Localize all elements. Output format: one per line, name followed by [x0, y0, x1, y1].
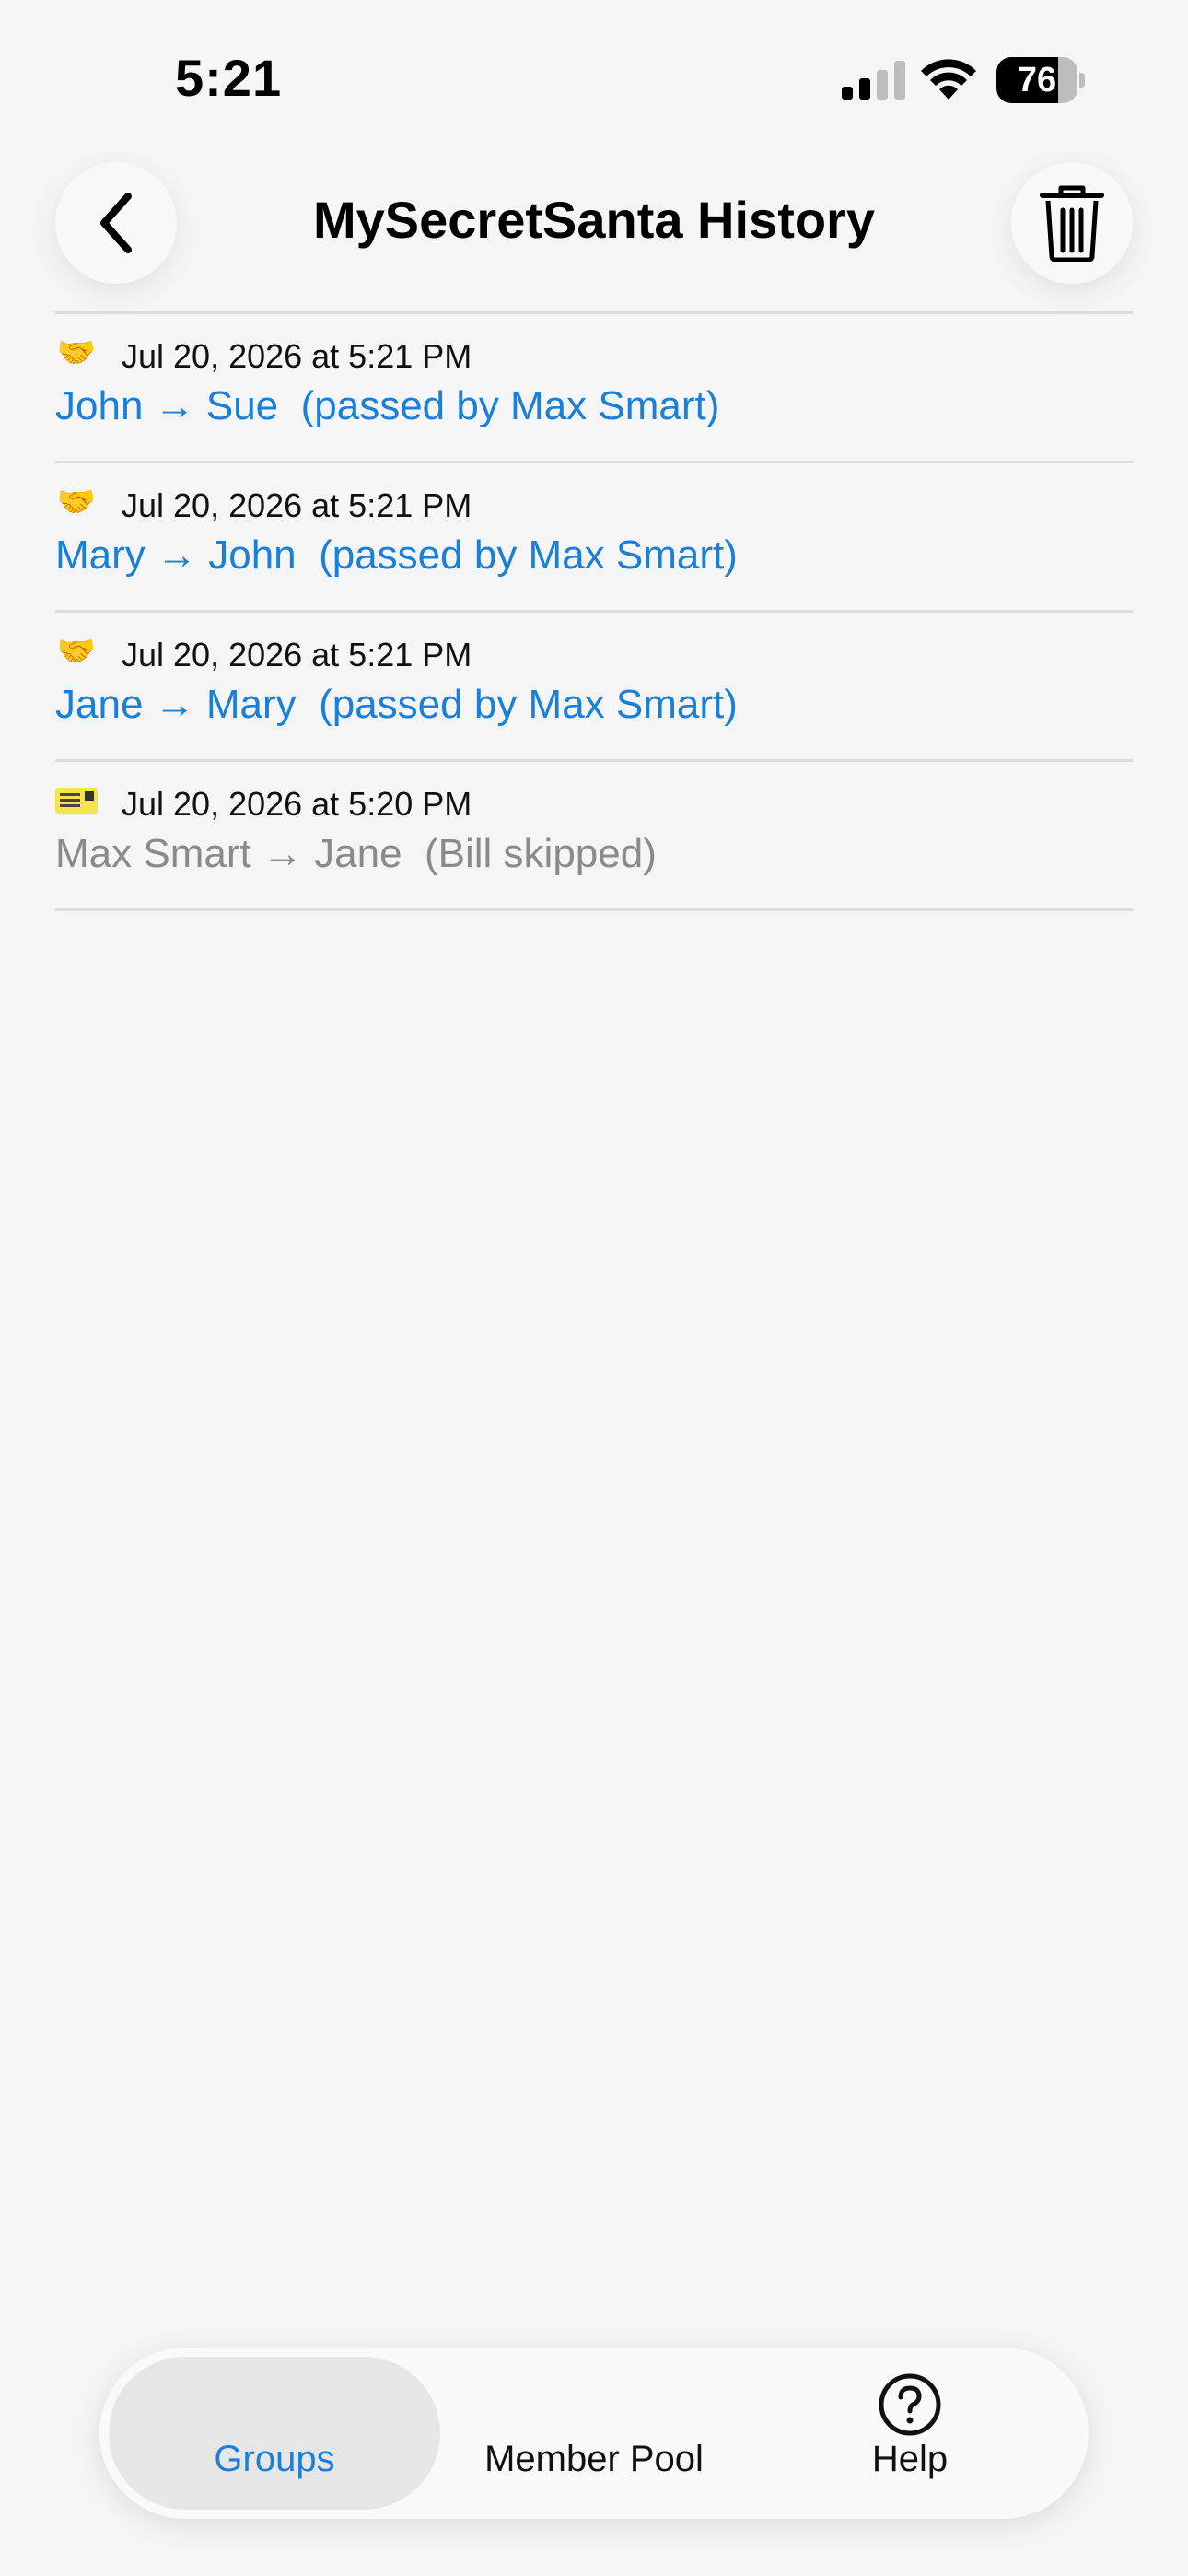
row-assignment: Mary → John (passed by Max Smart) [55, 533, 738, 578]
row-date: Jul 20, 2026 at 5:20 PM [122, 785, 472, 823]
handshake-icon: 🤝 [56, 335, 97, 370]
history-row[interactable]: 🤝 Jul 20, 2026 at 5:21 PM John → Sue (pa… [55, 314, 1133, 463]
tab-groups[interactable]: Groups [109, 2357, 440, 2510]
help-circle-icon [879, 2373, 941, 2436]
trash-icon [1040, 185, 1104, 262]
tab-member-pool-label: Member Pool [484, 2439, 704, 2479]
history-screen: 5:21 76 MySecretSanta History 🤝 Jul 20, … [0, 0, 1188, 2576]
battery-percentage: 76 [1017, 61, 1057, 100]
row-assignment: Jane → Mary (passed by Max Smart) [55, 682, 738, 727]
tab-bar: Groups Member Pool Help [99, 2348, 1089, 2519]
history-row[interactable]: 🤝 Jul 20, 2026 at 5:21 PM Mary → John (p… [55, 463, 1133, 613]
history-list: 🤝 Jul 20, 2026 at 5:21 PM John → Sue (pa… [55, 314, 1133, 911]
tab-member-pool[interactable]: Member Pool [428, 2357, 760, 2510]
handshake-icon: 🤝 [56, 634, 97, 669]
row-assignment: Max Smart → Jane (Bill skipped) [55, 831, 657, 876]
delete-history-button[interactable] [1011, 162, 1133, 284]
cellular-signal-icon [842, 61, 905, 100]
battery-icon: 76 [996, 57, 1085, 103]
history-row[interactable]: Jul 20, 2026 at 5:20 PM Max Smart → Jane… [55, 762, 1133, 911]
row-date: Jul 20, 2026 at 5:21 PM [122, 636, 472, 673]
tab-help-label: Help [871, 2439, 949, 2479]
ticket-icon [55, 784, 98, 817]
handshake-icon: 🤝 [56, 485, 97, 520]
row-date: Jul 20, 2026 at 5:21 PM [122, 486, 472, 524]
status-time: 5:21 [175, 49, 283, 107]
tab-help[interactable]: Help [744, 2357, 1076, 2510]
tab-groups-label: Groups [214, 2439, 335, 2479]
history-row[interactable]: 🤝 Jul 20, 2026 at 5:21 PM Jane → Mary (p… [55, 613, 1133, 762]
status-bar: 5:21 76 [0, 0, 1188, 157]
row-date: Jul 20, 2026 at 5:21 PM [122, 337, 472, 375]
page-title: MySecretSanta History [312, 191, 875, 249]
row-assignment: John → Sue (passed by Max Smart) [55, 383, 720, 428]
wifi-icon [921, 59, 976, 100]
